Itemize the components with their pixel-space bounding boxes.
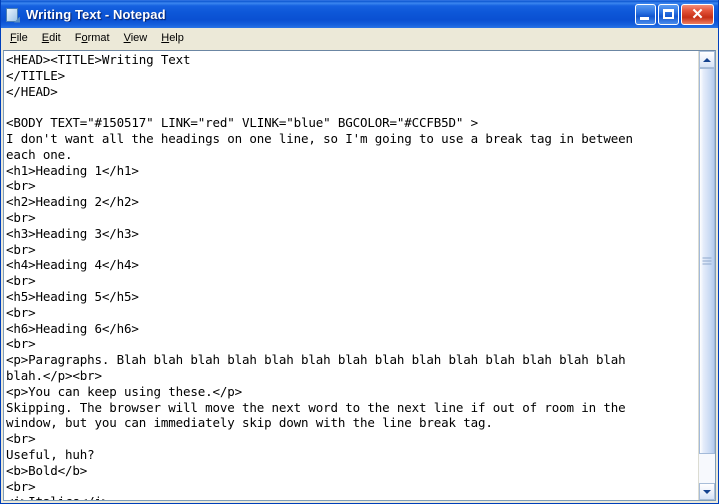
scroll-up-arrow-icon xyxy=(703,57,711,62)
maximize-icon xyxy=(663,9,674,19)
scroll-down-button[interactable] xyxy=(699,483,715,500)
editor-frame: <HEAD><TITLE>Writing Text </TITLE> </HEA… xyxy=(3,50,716,501)
maximize-button[interactable] xyxy=(658,4,679,25)
caption-button-group: ✕ xyxy=(635,4,716,25)
scrollbar-thumb[interactable] xyxy=(699,68,715,454)
close-icon: ✕ xyxy=(691,6,704,23)
menu-item-format[interactable]: Format xyxy=(68,30,117,47)
menu-item-edit-rest: dit xyxy=(49,32,61,44)
editor-content[interactable]: <HEAD><TITLE>Writing Text </TITLE> </HEA… xyxy=(6,52,698,500)
scroll-up-button[interactable] xyxy=(699,51,715,68)
menu-item-help-rest: elp xyxy=(169,32,184,44)
scroll-down-arrow-icon xyxy=(703,489,711,494)
close-button[interactable]: ✕ xyxy=(681,4,714,25)
menu-item-file-rest: ile xyxy=(16,32,28,44)
menu-item-view[interactable]: View xyxy=(117,30,155,47)
menu-item-edit[interactable]: Edit xyxy=(35,30,68,47)
menu-bar: File Edit Format View Help xyxy=(1,28,718,50)
menu-item-format-rest: rmat xyxy=(87,32,110,44)
text-editor[interactable]: <HEAD><TITLE>Writing Text </TITLE> </HEA… xyxy=(4,51,698,500)
minimize-icon xyxy=(640,17,649,20)
scrollbar-track[interactable] xyxy=(699,68,715,483)
vertical-scrollbar[interactable] xyxy=(698,51,715,500)
minimize-button[interactable] xyxy=(635,4,656,25)
title-bar[interactable]: Writing Text - Notepad ✕ xyxy=(1,0,718,28)
menu-item-view-rest: iew xyxy=(130,32,148,44)
scrollbar-grip-icon xyxy=(702,257,712,265)
notepad-window: Writing Text - Notepad ✕ File Edit Forma… xyxy=(0,0,719,504)
window-title: Writing Text - Notepad xyxy=(26,7,166,22)
client-area: <HEAD><TITLE>Writing Text </TITLE> </HEA… xyxy=(1,50,718,503)
menu-item-file[interactable]: File xyxy=(3,30,35,47)
menu-item-help[interactable]: Help xyxy=(154,30,191,47)
notepad-document-icon xyxy=(5,7,21,23)
